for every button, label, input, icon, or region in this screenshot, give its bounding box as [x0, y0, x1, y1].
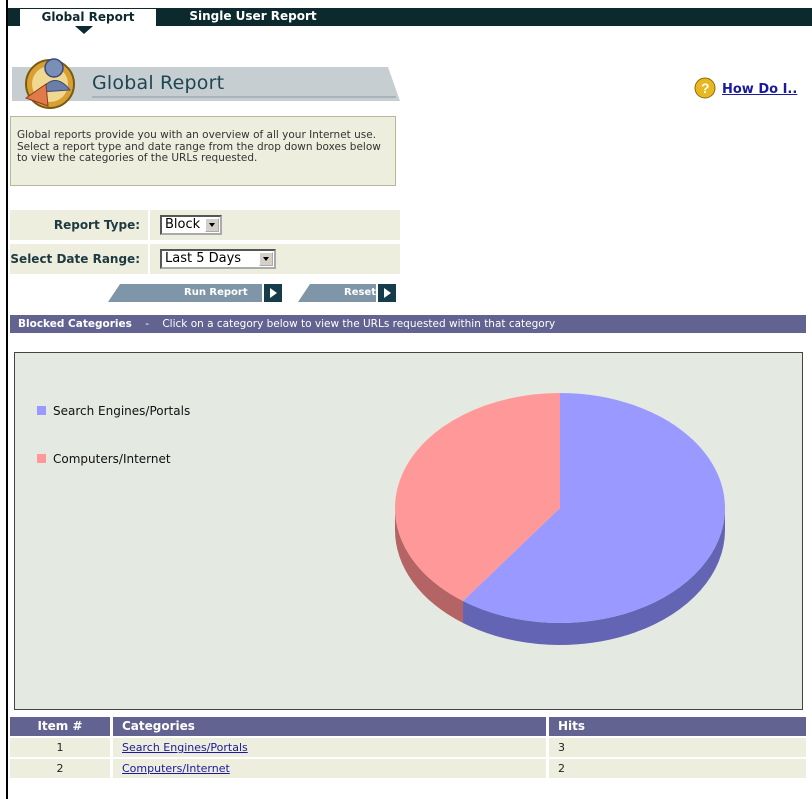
column-divider [110, 738, 113, 757]
table-header: Item # Categories Hits [10, 717, 806, 736]
date-range-cell: Last 5 Days [150, 244, 400, 274]
cell-category: Computers/Internet [114, 759, 546, 778]
top-strip [0, 0, 812, 6]
report-type-value: Block [165, 217, 201, 232]
date-range-label: Select Date Range: [10, 244, 148, 274]
tab-global-report[interactable]: Global Report [20, 8, 156, 27]
chevron-down-icon[interactable] [205, 218, 219, 232]
column-header-item: Item # [37, 719, 83, 733]
active-tab-indicator-icon [75, 26, 93, 34]
report-type-row: Report Type: Block [10, 210, 400, 240]
legend-swatch-search-engines [37, 406, 46, 415]
column-divider [110, 759, 113, 778]
blocked-categories-hint: Click on a category below to view the UR… [162, 318, 556, 330]
report-type-label: Report Type: [10, 210, 148, 240]
date-range-value: Last 5 Days [165, 251, 242, 266]
run-report-label: Run Report [184, 287, 248, 298]
pie-chart-panel: Search Engines/Portals Computers/Interne… [14, 352, 803, 710]
column-divider [110, 717, 113, 736]
play-arrow-icon[interactable] [264, 284, 282, 302]
column-divider [546, 759, 549, 778]
page-title: Global Report [92, 72, 225, 94]
pie-chart [395, 393, 725, 645]
how-do-i-link[interactable]: How Do I.. [722, 82, 797, 97]
column-divider [546, 717, 549, 736]
tab-single-user-report[interactable]: Single User Report [168, 8, 338, 26]
blocked-categories-bar: Blocked Categories - Click on a category… [10, 315, 806, 333]
date-range-row: Select Date Range: Last 5 Days [10, 244, 400, 274]
reset-button[interactable]: Reset [298, 284, 396, 302]
report-type-cell: Block [150, 210, 400, 240]
separator: - [145, 318, 149, 330]
left-border [6, 0, 8, 799]
tab-bar: Global Report Single User Report [8, 8, 812, 27]
date-range-select[interactable]: Last 5 Days [160, 249, 276, 269]
table-row: 1 Search Engines/Portals 3 [10, 738, 806, 757]
report-user-icon [18, 54, 88, 114]
legend-item-computers-internet: Computers/Internet [37, 452, 171, 466]
chevron-down-icon[interactable] [259, 252, 273, 266]
svg-text:?: ? [701, 80, 710, 96]
table-row: 2 Computers/Internet 2 [10, 759, 806, 778]
legend-item-search-engines: Search Engines/Portals [37, 404, 190, 418]
run-report-button[interactable]: Run Report [108, 284, 282, 302]
play-arrow-icon[interactable] [378, 284, 396, 302]
legend-label-computers-internet: Computers/Internet [53, 452, 171, 466]
reset-label: Reset [344, 287, 376, 298]
cell-item: 1 [56, 741, 64, 754]
report-type-select[interactable]: Block [160, 215, 222, 235]
help-icon[interactable]: ? [694, 77, 716, 103]
category-link-computers-internet[interactable]: Computers/Internet [122, 762, 230, 775]
report-description: Global reports provide you with an overv… [10, 116, 396, 186]
column-header-categories: Categories [122, 719, 195, 733]
column-header-hits: Hits [558, 719, 586, 733]
blocked-categories-title: Blocked Categories [18, 318, 132, 330]
category-link-search-engines[interactable]: Search Engines/Portals [122, 741, 248, 754]
column-divider [546, 738, 549, 757]
legend-swatch-computers-internet [37, 454, 46, 463]
cell-hits: 2 [558, 762, 565, 775]
cell-hits: 3 [558, 741, 565, 754]
cell-category: Search Engines/Portals [114, 738, 546, 757]
cell-item: 2 [56, 762, 64, 775]
legend-label-search-engines: Search Engines/Portals [53, 404, 191, 418]
